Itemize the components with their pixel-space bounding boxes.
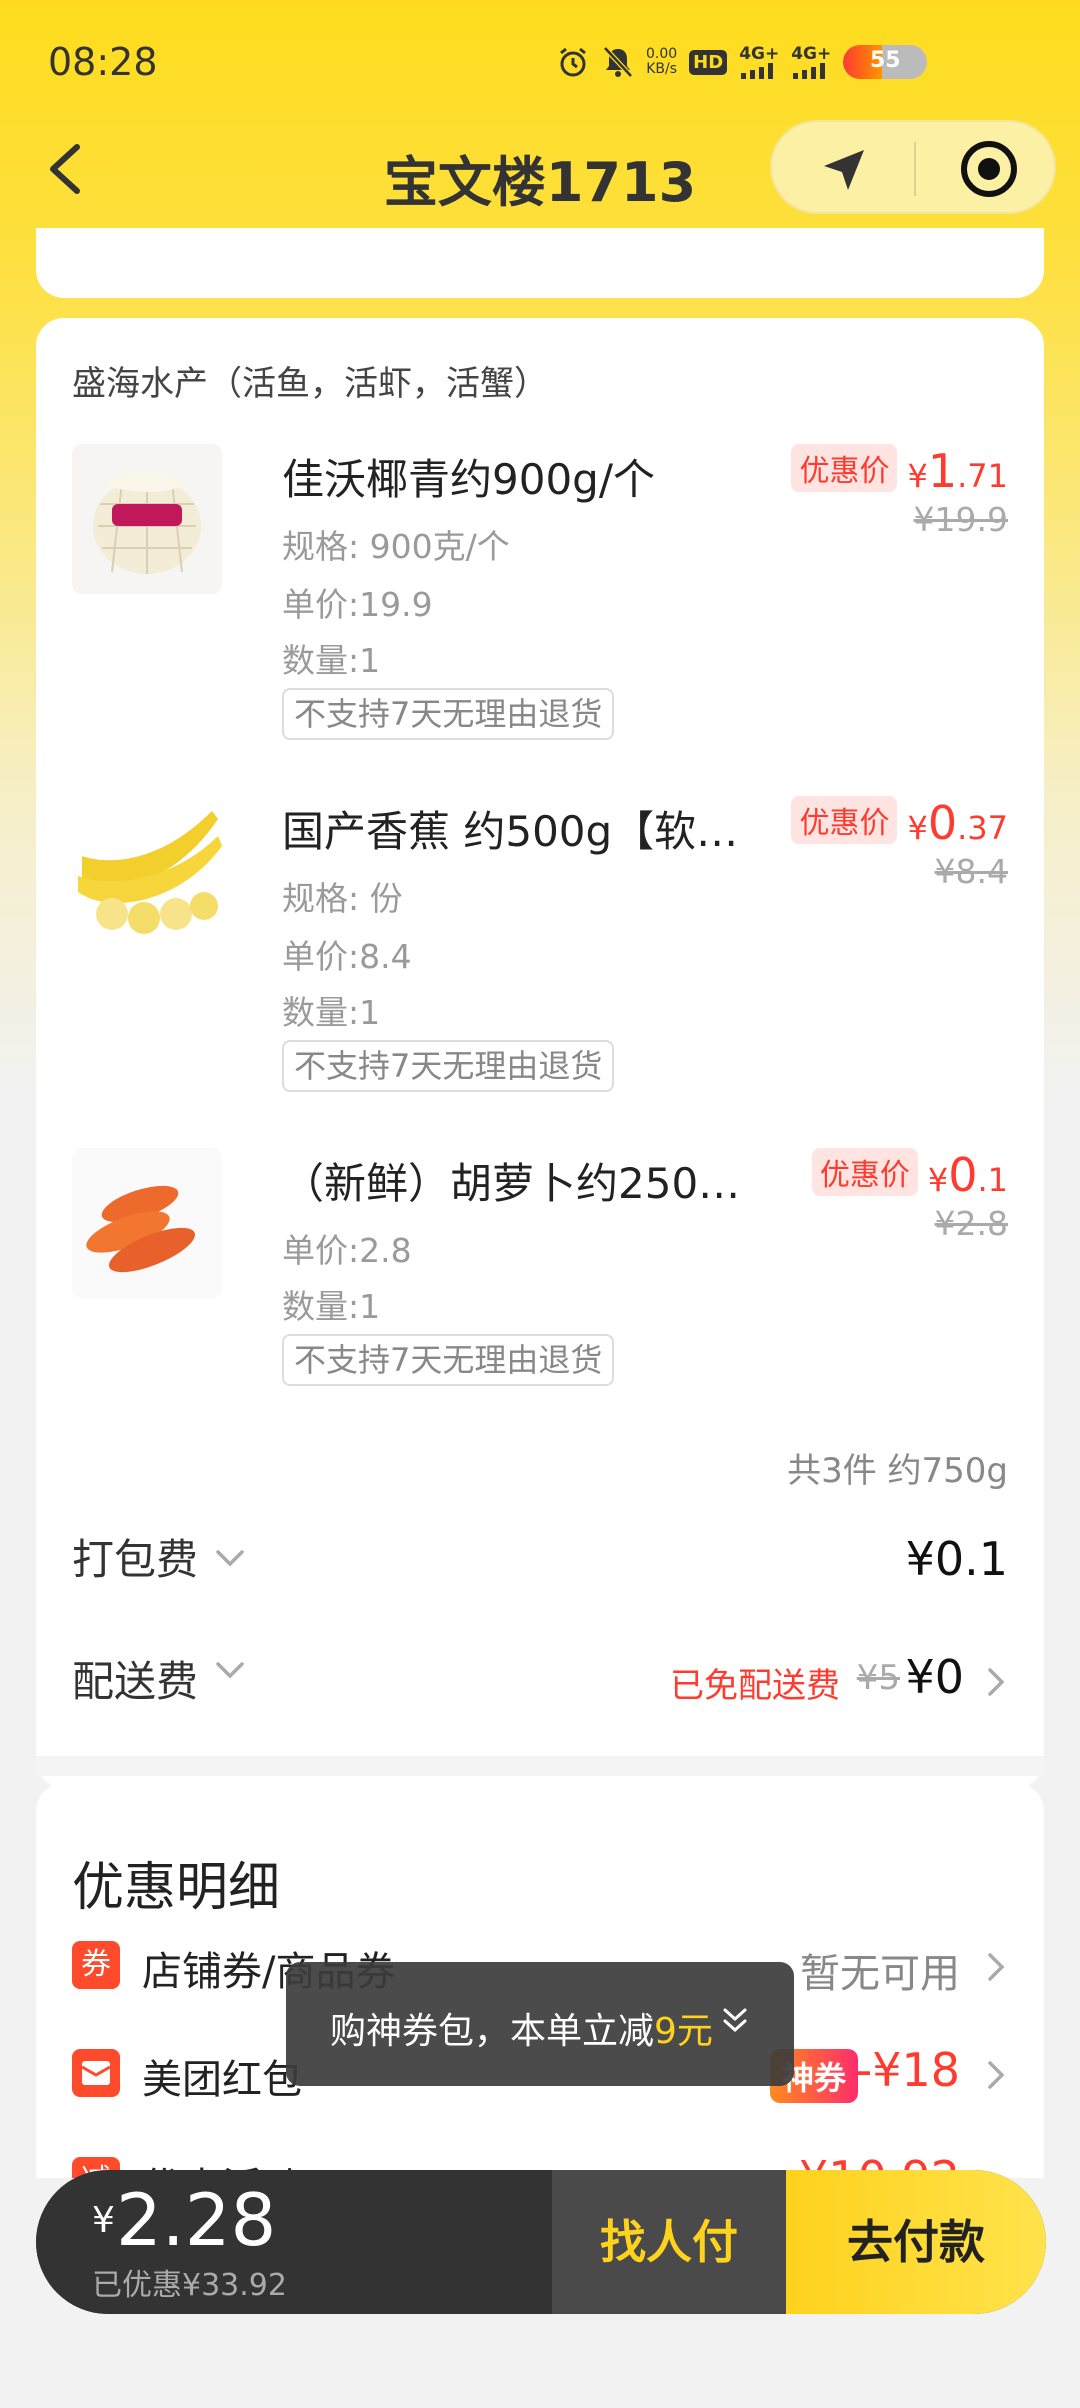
toast-text: 购神券包，本单立减9元: [330, 2011, 713, 2052]
chevron-right-icon[interactable]: [984, 1664, 1008, 1700]
carrot-image: [72, 1148, 222, 1298]
delivery-fee-row[interactable]: 配送费 已免配送费 ¥5 ¥0: [72, 1640, 1008, 1720]
item-name: 国产香蕉 约500g【软…: [282, 807, 739, 856]
item-spec: 规格: 份: [282, 879, 403, 918]
packing-fee-label: 打包费: [72, 1535, 199, 1584]
no-return-tag: 不支持7天无理由退货: [282, 688, 615, 740]
discount-price: ¥0.1: [927, 1148, 1008, 1202]
scroll-content[interactable]: 盛海水产（活鱼，活虾，活蟹） 佳沃椰青约900g/个 规格: 900克/个 单价…: [0, 228, 1080, 2178]
discount-label: 优惠价: [811, 1148, 918, 1196]
location-arrow-icon[interactable]: [816, 142, 872, 198]
chevron-right-icon[interactable]: [984, 1949, 1008, 1985]
coupon-icon: 券: [72, 1941, 120, 1989]
section-divider: [36, 1756, 1044, 1776]
no-return-tag: 不支持7天无理由退货: [282, 1334, 615, 1386]
discount-price: ¥1.71: [907, 444, 1008, 498]
item-unit-price: 单价:2.8: [282, 1231, 412, 1270]
red-packet-value: -¥18: [855, 2043, 960, 2097]
discount-label: 优惠价: [791, 444, 898, 492]
pay-currency: ¥: [92, 2200, 115, 2241]
list-item[interactable]: 佳沃椰青约900g/个 规格: 900克/个 单价:19.9 数量:1 不支持7…: [72, 444, 1008, 764]
coupon-toast[interactable]: 购神券包，本单立减9元: [286, 1962, 794, 2086]
packing-fee-value: ¥0.1: [905, 1532, 1008, 1586]
item-price: 优惠价 ¥1.71 ¥19.9: [748, 444, 1008, 539]
original-price: ¥8.4: [934, 852, 1008, 891]
delivery-original-fee: ¥5: [856, 1658, 900, 1698]
status-icons: 0.00 KB/s HD 4G+ 4G+ 55: [556, 42, 928, 82]
item-unit-price: 单价:8.4: [282, 937, 412, 976]
order-card: 盛海水产（活鱼，活虾，活蟹） 佳沃椰青约900g/个 规格: 900克/个 单价…: [36, 318, 1044, 1788]
delivery-fee-label: 配送费: [72, 1657, 199, 1706]
list-item[interactable]: 国产香蕉 约500g【软… 规格: 份 单价:8.4 数量:1 不支持7天无理由…: [72, 796, 1008, 1116]
discount-price: ¥0.37: [907, 796, 1008, 850]
item-unit-price: 单价:19.9: [282, 585, 433, 624]
item-quantity: 数量:1: [282, 993, 381, 1032]
capsule-divider: [914, 142, 916, 196]
item-spec: 规格: 900克/个: [282, 527, 510, 566]
pay-summary: ¥ 2.28 已优惠¥33.92: [36, 2170, 552, 2314]
double-chevron-down-icon: [723, 2008, 747, 2033]
net-speed: 0.00 KB/s: [646, 46, 678, 77]
hd-icon: HD: [689, 49, 728, 75]
find-someone-pay-button[interactable]: 找人付: [552, 2170, 786, 2314]
chevron-down-icon[interactable]: [212, 1546, 248, 1570]
banana-image: [72, 796, 222, 946]
no-return-tag: 不支持7天无理由退货: [282, 1040, 615, 1092]
pay-bar: ¥ 2.28 已优惠¥33.92 找人付 去付款: [36, 2170, 1046, 2314]
mute-bell-icon: [603, 46, 633, 78]
shop-name: 盛海水产（活鱼，活虾，活蟹）: [72, 364, 548, 404]
coupon-value: 暂无可用: [800, 1951, 960, 1997]
item-quantity: 数量:1: [282, 641, 381, 680]
total-summary: 共3件 约750g: [787, 1451, 1008, 1491]
original-price: ¥19.9: [913, 500, 1008, 539]
mini-program-capsule: [770, 120, 1056, 214]
free-delivery-label: 已免配送费: [670, 1666, 840, 1706]
discount-label: 优惠价: [791, 796, 898, 844]
item-name: 佳沃椰青约900g/个: [282, 455, 655, 504]
red-packet-icon: [72, 2049, 120, 2097]
signal-icon: 4G+: [739, 45, 779, 79]
chevron-right-icon[interactable]: [984, 2057, 1008, 2093]
packing-fee-row[interactable]: 打包费 ¥0.1: [72, 1518, 1008, 1598]
alarm-icon: [560, 47, 586, 77]
status-time: 08:28: [48, 40, 158, 84]
coconut-image: [72, 444, 222, 594]
list-item[interactable]: （新鲜）胡萝卜约250… 单价:2.8 数量:1 不支持7天无理由退货 优惠价 ¥…: [72, 1148, 1008, 1468]
original-price: ¥2.8: [934, 1204, 1008, 1243]
pay-amount: 2.28: [116, 2178, 277, 2262]
discount-details-title: 优惠明细: [72, 1858, 281, 1918]
pay-button[interactable]: 去付款: [786, 2170, 1046, 2314]
red-packet-label: 美团红包: [142, 2057, 302, 2103]
delivery-fee-value: ¥0: [905, 1650, 964, 1704]
item-price: 优惠价 ¥0.1 ¥2.8: [748, 1148, 1008, 1243]
signal-icon: 4G+: [791, 45, 831, 79]
battery-icon: 55: [843, 45, 928, 79]
item-price: 优惠价 ¥0.37 ¥8.4: [748, 796, 1008, 891]
address-card: [36, 228, 1044, 298]
pay-saved: 已优惠¥33.92: [92, 2268, 287, 2303]
close-target-icon[interactable]: [960, 140, 1018, 198]
item-name: （新鲜）胡萝卜约250…: [282, 1159, 741, 1208]
status-bar: 08:28 0.00 KB/s HD 4G+ 4G+ 55: [0, 0, 1080, 120]
nav-bar: 宝文楼1713: [0, 120, 1080, 220]
chevron-down-icon[interactable]: [212, 1658, 248, 1682]
item-quantity: 数量:1: [282, 1287, 381, 1326]
